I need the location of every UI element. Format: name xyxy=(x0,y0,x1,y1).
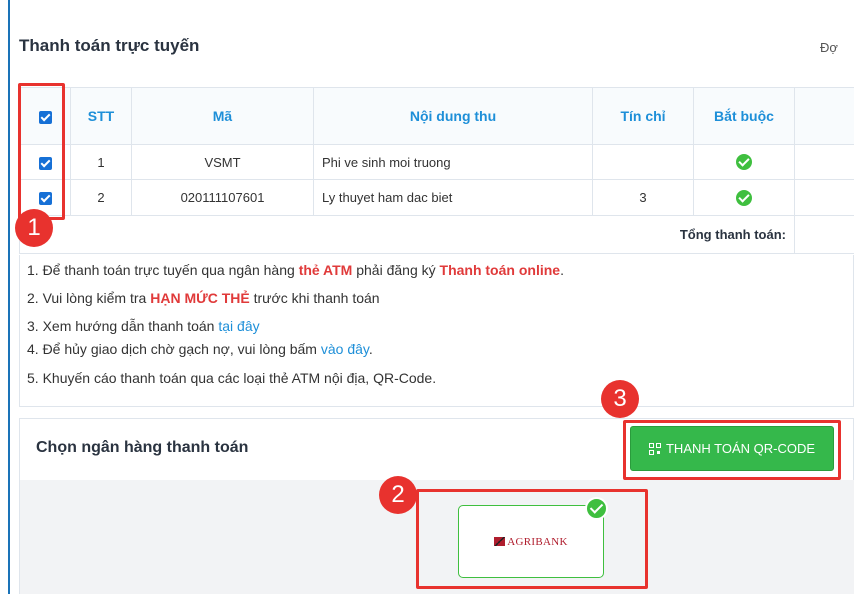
col-header-ma: Mã xyxy=(131,87,314,145)
note-2: 2. Vui lòng kiểm tra HẠN MỨC THẺ trước k… xyxy=(27,290,380,306)
panel-title-right: Đợ xyxy=(820,40,838,55)
table-row: 1 VSMT Phi ve sinh moi truong xyxy=(19,144,854,180)
cell-tin-chi xyxy=(592,144,694,180)
total-label: Tổng thanh toán: xyxy=(19,215,795,254)
fee-table: STT Mã Nội dung thu Tín chỉ Bắt buộc 1 V… xyxy=(19,87,854,254)
table-row: 2 020111107601 Ly thuyet ham dac biet 3 xyxy=(19,179,854,216)
col-header-bat-buoc: Bắt buộc xyxy=(693,87,795,145)
note-text: 1. Để thanh toán trực tuyến qua ngân hàn… xyxy=(27,262,299,278)
total-value xyxy=(794,215,854,254)
cell-extra xyxy=(794,144,854,180)
annotation-box-2 xyxy=(416,489,648,589)
note-text: 2. Vui lòng kiểm tra xyxy=(27,290,151,306)
annotation-box-1 xyxy=(18,83,65,220)
cancel-transaction-link[interactable]: vào đây xyxy=(321,341,369,357)
required-check-icon xyxy=(736,189,752,206)
annotation-box-3 xyxy=(623,420,841,480)
cell-noi-dung: Ly thuyet ham dac biet xyxy=(313,179,593,216)
cell-ma: VSMT xyxy=(131,144,314,180)
annotation-badge-2: 2 xyxy=(379,476,417,514)
note-highlight: thẻ ATM xyxy=(298,262,353,278)
note-text: trước khi thanh toán xyxy=(249,290,380,306)
note-text: . xyxy=(368,341,373,357)
note-3: 3. Xem hướng dẫn thanh toán tại đây xyxy=(27,318,260,334)
guide-link[interactable]: tại đây xyxy=(218,318,259,334)
cell-ma: 020111107601 xyxy=(131,179,314,216)
col-header-tin-chi: Tín chỉ xyxy=(592,87,694,145)
cell-stt: 1 xyxy=(70,144,132,180)
cell-noi-dung: Phi ve sinh moi truong xyxy=(313,144,593,180)
note-text: 3. Xem hướng dẫn thanh toán xyxy=(27,318,219,334)
frame-border xyxy=(8,0,10,594)
note-1: 1. Để thanh toán trực tuyến qua ngân hàn… xyxy=(27,262,564,278)
required-check-icon xyxy=(736,154,752,171)
note-text: . xyxy=(560,262,564,278)
note-text: phải đăng ký xyxy=(352,262,440,278)
note-highlight: HẠN MỨC THẺ xyxy=(150,290,250,306)
payment-page: Thanh toán trực tuyến Đợ STT Mã Nội dung… xyxy=(0,0,854,594)
cell-bat-buoc xyxy=(693,179,795,216)
payment-notes: 1. Để thanh toán trực tuyến qua ngân hàn… xyxy=(19,255,854,407)
annotation-badge-3: 3 xyxy=(601,380,639,418)
bank-section-title: Chọn ngân hàng thanh toán xyxy=(36,439,249,456)
cell-stt: 2 xyxy=(70,179,132,216)
cell-extra xyxy=(794,179,854,216)
panel-title: Thanh toán trực tuyến xyxy=(19,36,200,55)
col-header-stt: STT xyxy=(70,87,132,145)
note-highlight: Thanh toán online xyxy=(439,262,561,278)
col-header-noi-dung: Nội dung thu xyxy=(313,87,593,145)
note-5: 5. Khuyến cáo thanh toán qua các loại th… xyxy=(27,370,437,386)
cell-tin-chi: 3 xyxy=(592,179,694,216)
table-header-row: STT Mã Nội dung thu Tín chỉ Bắt buộc xyxy=(19,87,854,145)
annotation-badge-1: 1 xyxy=(15,209,53,247)
note-text: 4. Để hủy giao dịch chờ gạch nợ, vui lòn… xyxy=(27,341,321,357)
note-4: 4. Để hủy giao dịch chờ gạch nợ, vui lòn… xyxy=(27,341,373,357)
col-header-extra xyxy=(794,87,854,145)
cell-bat-buoc xyxy=(693,144,795,180)
total-row: Tổng thanh toán: xyxy=(19,215,854,254)
